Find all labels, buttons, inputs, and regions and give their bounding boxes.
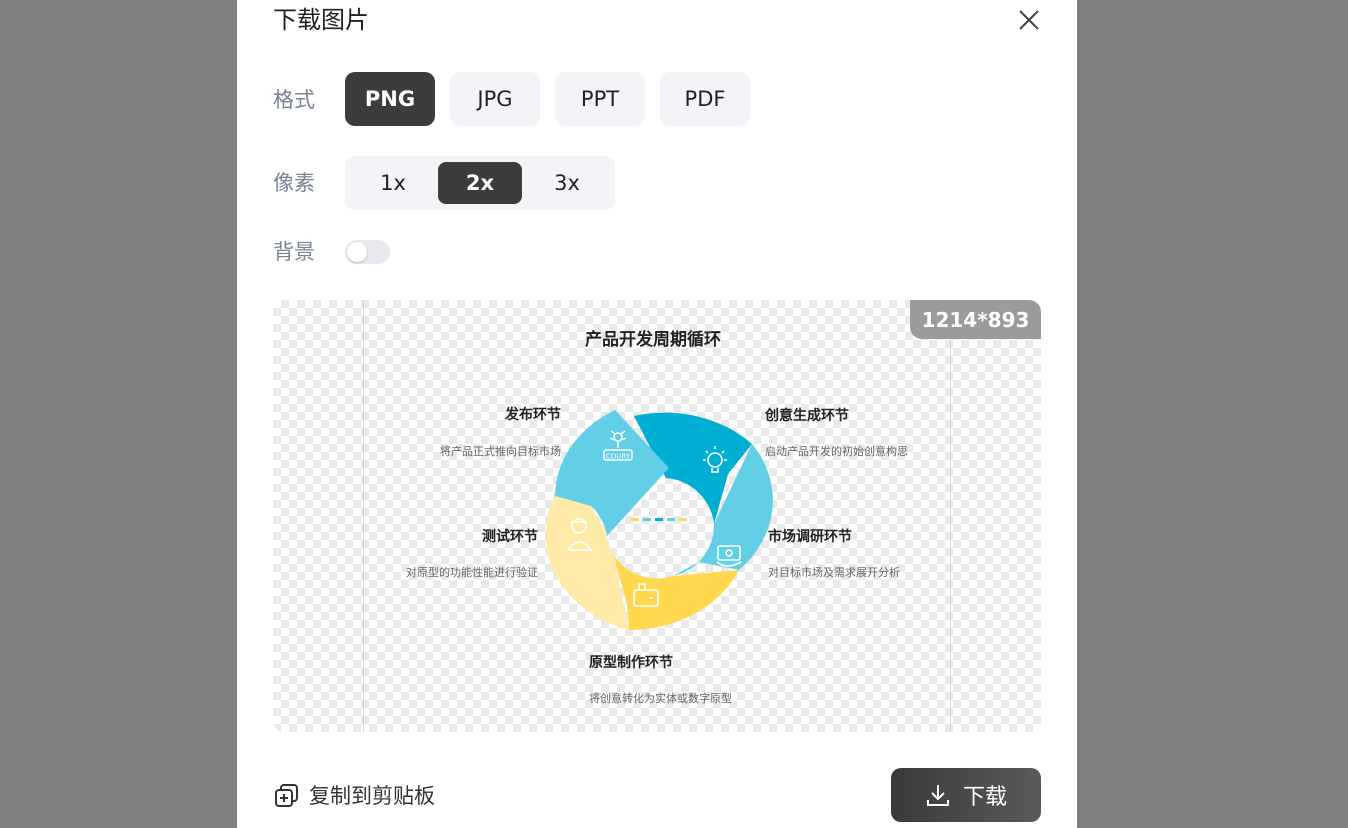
stage-desc-prototype: 将创意转化为实体或数字原型 xyxy=(589,691,732,705)
image-preview: 产品开发周期循环 COURY 创意生成环节 启动产品开发的初始创意构思 市场调研… xyxy=(273,300,1041,732)
center-dash xyxy=(631,518,639,521)
download-image-dialog: 下载图片 格式 PNG JPG PPT PDF 像素 1x 2x 3x 背景 产… xyxy=(237,0,1077,828)
pixel-segmented-control: 1x 2x 3x xyxy=(345,156,615,210)
download-icon xyxy=(926,785,949,806)
background-label: 背景 xyxy=(273,240,315,264)
center-dash xyxy=(643,518,651,521)
center-dash xyxy=(667,518,675,521)
format-ppt-button[interactable]: PPT xyxy=(555,72,645,126)
pixel-3x-button[interactable]: 3x xyxy=(525,162,609,204)
close-icon[interactable] xyxy=(1015,6,1043,34)
center-dash xyxy=(655,518,663,521)
coury-icon-label: COURY xyxy=(606,453,631,461)
dialog-title: 下载图片 xyxy=(273,6,369,34)
copy-to-clipboard-label: 复制到剪贴板 xyxy=(309,784,435,808)
download-button-label: 下载 xyxy=(962,785,1007,810)
stage-title-ideation: 创意生成环节 xyxy=(764,407,849,424)
format-label: 格式 xyxy=(273,88,315,112)
download-button[interactable]: 下载 xyxy=(891,768,1041,822)
stage-desc-market-research: 对目标市场及需求展开分析 xyxy=(768,565,900,579)
image-size-badge: 1214*893 xyxy=(910,300,1041,339)
format-png-button[interactable]: PNG xyxy=(345,72,435,126)
infographic-title: 产品开发周期循环 xyxy=(585,329,721,350)
copy-add-icon xyxy=(275,784,298,807)
pixel-1x-button[interactable]: 1x xyxy=(351,162,435,204)
stage-title-prototype: 原型制作环节 xyxy=(589,654,673,671)
stage-title-market-research: 市场调研环节 xyxy=(768,528,852,545)
copy-to-clipboard-button[interactable]: 复制到剪贴板 xyxy=(273,780,435,810)
stage-desc-ideation: 启动产品开发的初始创意构思 xyxy=(765,444,908,458)
format-jpg-button[interactable]: JPG xyxy=(450,72,540,126)
stage-desc-release: 将产品正式推向目标市场 xyxy=(440,444,561,458)
background-toggle[interactable] xyxy=(345,240,390,264)
stage-title-testing: 测试环节 xyxy=(482,528,538,545)
pixel-label: 像素 xyxy=(273,171,315,195)
format-pdf-button[interactable]: PDF xyxy=(660,72,750,126)
stage-title-release: 发布环节 xyxy=(504,406,561,423)
pixel-2x-button[interactable]: 2x xyxy=(438,162,522,204)
center-dash xyxy=(679,518,687,521)
toggle-knob xyxy=(347,242,367,262)
cycle-infographic: 产品开发周期循环 COURY 创意生成环节 启动产品开发的初始创意构思 市场调研… xyxy=(406,329,908,705)
stage-desc-testing: 对原型的功能性能进行验证 xyxy=(406,565,538,579)
